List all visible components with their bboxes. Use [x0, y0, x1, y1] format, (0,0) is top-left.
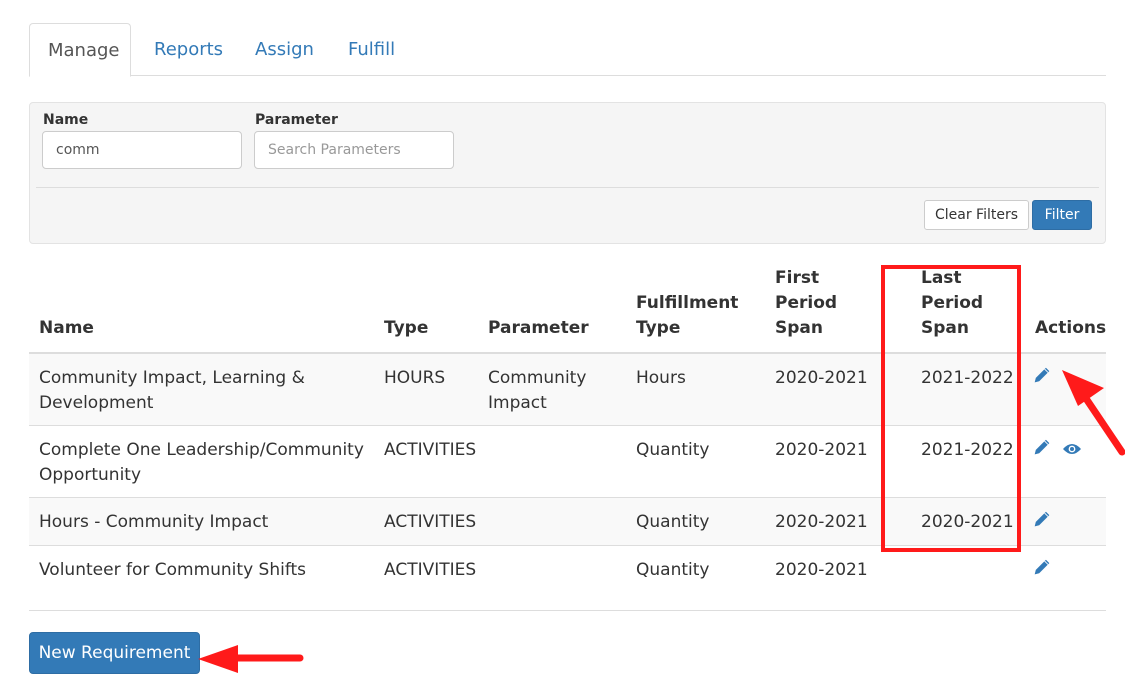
tab-manage[interactable]: Manage [29, 23, 131, 77]
pencil-icon[interactable] [1033, 438, 1051, 464]
new-requirement-button[interactable]: New Requirement [29, 632, 200, 674]
row-actions [1025, 545, 1106, 593]
row-parameter [478, 545, 626, 593]
row-name: Community Impact, Learning & Development [29, 353, 374, 426]
filter-button[interactable]: Filter [1032, 200, 1092, 230]
row-actions [1025, 497, 1106, 546]
filter-divider [36, 187, 1099, 188]
row-first-period: 2020-2021 [765, 425, 896, 498]
table-row: Complete One Leadership/Community Opport… [29, 425, 1106, 498]
name-filter-input[interactable] [42, 131, 242, 169]
tab-assign[interactable]: Assign [237, 23, 332, 76]
parameter-search-input[interactable] [254, 131, 454, 169]
row-actions [1025, 353, 1106, 426]
pencil-icon[interactable] [1033, 510, 1051, 536]
table-row: Community Impact, Learning & Development… [29, 353, 1106, 426]
clear-filters-button[interactable]: Clear Filters [924, 200, 1029, 230]
pencil-icon[interactable] [1033, 558, 1051, 584]
parameter-filter-label: Parameter [255, 112, 338, 128]
section-divider [29, 610, 1106, 611]
requirements-table: Name Type Parameter Fulfillment Type Firs… [29, 266, 1106, 593]
row-type: ACTIVITIES [374, 497, 478, 546]
table-header-row: Name Type Parameter Fulfillment Type Firs… [29, 266, 1106, 354]
row-last-period [896, 545, 1025, 593]
nav-tabs: Manage Reports Assign Fulfill [29, 23, 1106, 77]
row-type: HOURS [374, 353, 478, 426]
table-row: Hours - Community Impact ACTIVITIES Quan… [29, 497, 1106, 546]
row-last-period: 2020-2021 [896, 497, 1025, 546]
annotation-arrow-new-button [198, 645, 304, 673]
row-first-period: 2020-2021 [765, 545, 896, 593]
row-parameter [478, 497, 626, 546]
eye-icon[interactable] [1062, 439, 1082, 464]
row-parameter: Community Impact [478, 353, 626, 426]
pencil-icon[interactable] [1033, 366, 1051, 392]
header-name[interactable]: Name [29, 266, 374, 354]
row-last-period: 2021-2022 [896, 353, 1025, 426]
row-actions [1025, 425, 1106, 498]
row-last-period: 2021-2022 [896, 425, 1025, 498]
row-name: Hours - Community Impact [29, 497, 374, 546]
row-first-period: 2020-2021 [765, 497, 896, 546]
row-first-period: 2020-2021 [765, 353, 896, 426]
row-type: ACTIVITIES [374, 545, 478, 593]
header-parameter[interactable]: Parameter [478, 266, 626, 354]
row-fulfillment-type: Hours [626, 353, 765, 426]
header-fulfillment-type[interactable]: Fulfillment Type [626, 266, 765, 354]
row-name: Volunteer for Community Shifts [29, 545, 374, 593]
row-fulfillment-type: Quantity [626, 497, 765, 546]
table-row: Volunteer for Community Shifts ACTIVITIE… [29, 545, 1106, 593]
row-name: Complete One Leadership/Community Opport… [29, 425, 374, 498]
header-first-period-span[interactable]: First Period Span [765, 266, 896, 354]
row-parameter [478, 425, 626, 498]
tab-reports[interactable]: Reports [136, 23, 241, 76]
row-fulfillment-type: Quantity [626, 545, 765, 593]
header-last-period-span[interactable]: Last Period Span [896, 266, 1025, 354]
row-fulfillment-type: Quantity [626, 425, 765, 498]
filter-panel: Name Parameter Clear Filters Filter [29, 102, 1106, 244]
tab-fulfill[interactable]: Fulfill [330, 23, 413, 76]
name-filter-label: Name [43, 112, 89, 128]
header-actions: Actions [1025, 266, 1106, 354]
header-type[interactable]: Type [374, 266, 478, 354]
row-type: ACTIVITIES [374, 425, 478, 498]
